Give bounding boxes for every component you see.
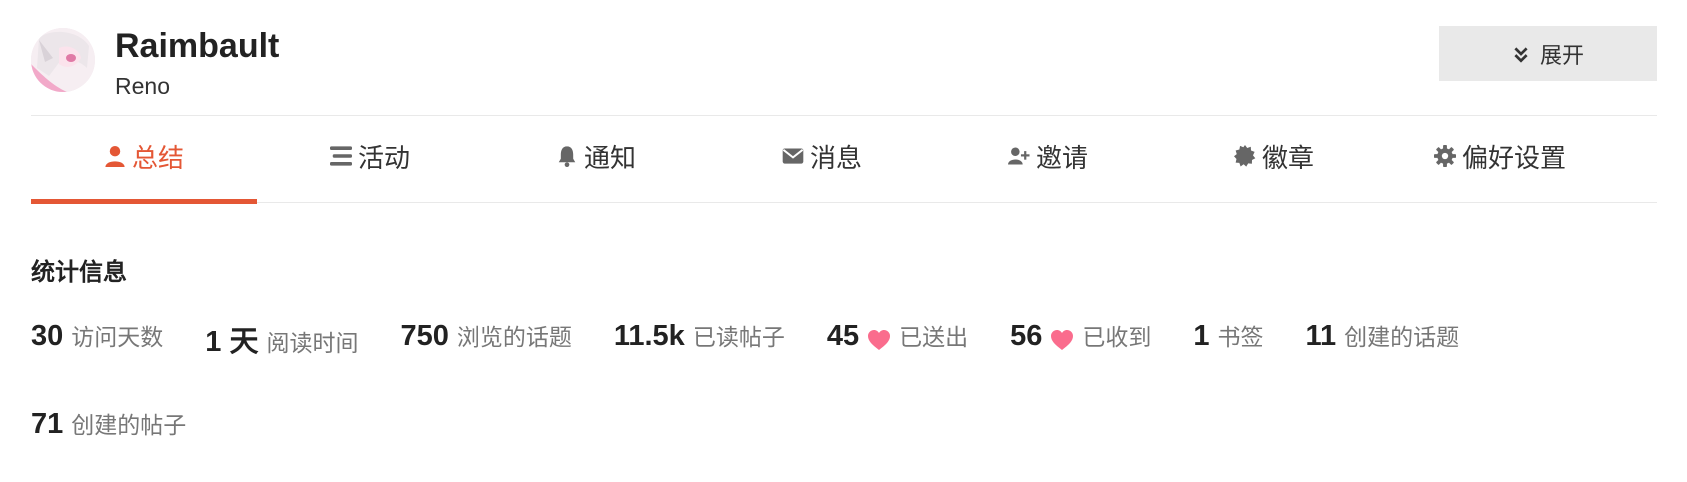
stat-label: 阅读时间 bbox=[266, 331, 359, 357]
stat-value: 1 bbox=[1193, 320, 1210, 352]
stat-value: 11 bbox=[1305, 320, 1337, 352]
tab-label: 邀请 bbox=[1035, 143, 1088, 174]
stats-list: 30 访问天数 1 天 阅读时间 750 浏览的话题 11.5k 已读帖子 45… bbox=[31, 318, 1531, 450]
tab-messages[interactable]: 消息 bbox=[709, 117, 935, 203]
heart-icon bbox=[868, 330, 891, 350]
user-header: Raimbault Reno 展开 bbox=[31, 24, 1657, 116]
stream-icon bbox=[329, 146, 352, 166]
stat-label: 创建的话题 bbox=[1344, 325, 1460, 351]
stat-value: 30 bbox=[31, 320, 64, 352]
stat-posts-created[interactable]: 71 创建的帖子 bbox=[31, 406, 186, 450]
tab-notifications[interactable]: 通知 bbox=[483, 117, 709, 203]
stat-label: 浏览的话题 bbox=[456, 325, 572, 351]
gear-icon bbox=[1433, 145, 1456, 167]
stat-label: 书签 bbox=[1217, 325, 1264, 351]
tab-label: 消息 bbox=[809, 143, 862, 174]
stat-value: 56 bbox=[1010, 320, 1043, 352]
stat-topics-created[interactable]: 11 创建的话题 bbox=[1306, 318, 1460, 362]
tab-label: 活动 bbox=[357, 143, 410, 174]
stat-topics-viewed: 750 浏览的话题 bbox=[400, 318, 571, 362]
stat-read-time: 1 天 阅读时间 bbox=[205, 318, 358, 362]
double-chevron-down-icon bbox=[1514, 46, 1528, 63]
user-plus-icon bbox=[1007, 147, 1030, 165]
stats-title: 统计信息 bbox=[31, 258, 127, 286]
tab-label: 通知 bbox=[583, 143, 636, 174]
user-display-name: Raimbault bbox=[115, 27, 280, 65]
tab-label: 徽章 bbox=[1261, 143, 1314, 174]
stat-label: 创建的帖子 bbox=[71, 413, 187, 439]
stat-value: 45 bbox=[826, 320, 860, 352]
stat-value: 71 bbox=[31, 408, 64, 440]
stat-label: 访问天数 bbox=[71, 325, 164, 351]
stat-label: 已送出 bbox=[899, 325, 969, 351]
tab-activity[interactable]: 活动 bbox=[257, 117, 483, 203]
user-username: Reno bbox=[115, 73, 170, 99]
stat-days-visited: 30 访问天数 bbox=[31, 318, 163, 362]
envelope-icon bbox=[782, 148, 804, 164]
heart-icon bbox=[1051, 330, 1074, 350]
tab-summary[interactable]: 总结 bbox=[31, 117, 257, 204]
badge-certificate-icon bbox=[1233, 145, 1256, 167]
stat-posts-read: 11.5k 已读帖子 bbox=[614, 318, 785, 362]
expand-button[interactable]: 展开 bbox=[1439, 26, 1657, 81]
user-icon bbox=[105, 145, 125, 167]
tab-invites[interactable]: 邀请 bbox=[935, 117, 1161, 203]
stat-bookmarks[interactable]: 1 书签 bbox=[1193, 318, 1263, 362]
bell-icon bbox=[558, 146, 576, 167]
stat-value: 11.5k bbox=[613, 320, 685, 352]
stat-label: 已收到 bbox=[1082, 325, 1152, 351]
tab-preferences[interactable]: 偏好设置 bbox=[1387, 117, 1613, 203]
avatar[interactable] bbox=[31, 28, 95, 92]
stat-value: 1 天 bbox=[205, 326, 259, 358]
avatar-image bbox=[31, 28, 95, 92]
stat-likes-given[interactable]: 45 已送出 bbox=[827, 318, 968, 362]
stat-label: 已读帖子 bbox=[692, 325, 785, 351]
stat-value: 750 bbox=[400, 320, 449, 352]
stat-likes-received[interactable]: 56 已收到 bbox=[1010, 318, 1151, 362]
tab-badges[interactable]: 徽章 bbox=[1161, 117, 1387, 203]
user-nav-tabs: 总结 活动 通知 消息 邀请 徽章 偏好设置 bbox=[31, 117, 1657, 204]
tab-label: 总结 bbox=[131, 143, 184, 174]
expand-label: 展开 bbox=[1539, 43, 1584, 69]
tab-label: 偏好设置 bbox=[1461, 143, 1566, 174]
